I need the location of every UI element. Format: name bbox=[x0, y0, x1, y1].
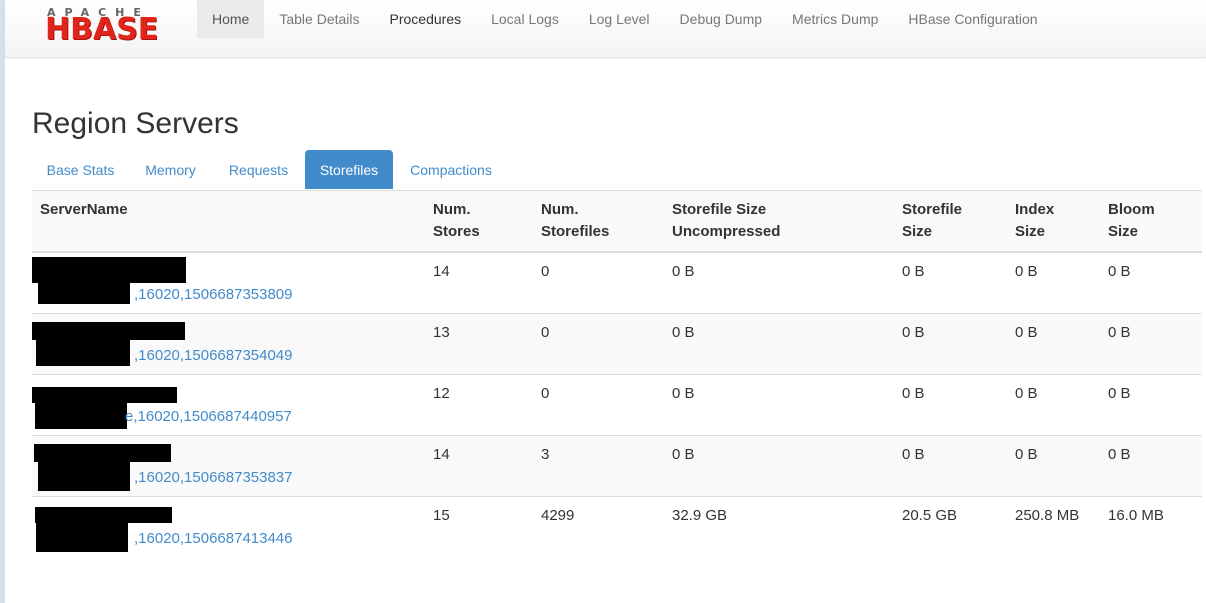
nav-table-details[interactable]: Table Details bbox=[264, 0, 374, 38]
server-link[interactable]: e,16020,1506687440957 bbox=[125, 406, 292, 428]
server-name-cell: ,16020,1506687354049 bbox=[32, 313, 425, 375]
storefile-size-cell: 20.5 GB bbox=[894, 496, 1007, 557]
storefile-size-cell: 0 B bbox=[894, 435, 1007, 497]
header-storefile-size[interactable]: Storefile Size bbox=[894, 191, 1007, 253]
index-size-cell: 250.8 MB bbox=[1007, 496, 1100, 557]
header-storefile-size-uncompressed[interactable]: Storefile Size Uncompressed bbox=[664, 191, 894, 253]
nav-debug-dump[interactable]: Debug Dump bbox=[665, 0, 778, 38]
server-link[interactable]: ,16020,1506687354049 bbox=[134, 345, 293, 367]
table-row: e,16020,1506687440957 12 0 0 B 0 B 0 B 0… bbox=[32, 374, 1202, 436]
bloom-size-cell: 0 B bbox=[1100, 374, 1202, 436]
index-size-cell: 0 B bbox=[1007, 313, 1100, 375]
nav-procedures[interactable]: Procedures bbox=[375, 0, 477, 38]
num-stores-cell: 14 bbox=[425, 435, 533, 497]
index-size-cell: 0 B bbox=[1007, 374, 1100, 436]
redaction-block bbox=[38, 460, 130, 491]
server-name-cell: ,16020,1506687413446 bbox=[32, 496, 425, 557]
main-nav: Home Table Details Procedures Local Logs… bbox=[197, 0, 1053, 38]
storefile-uncompressed-cell: 0 B bbox=[664, 313, 894, 375]
hbase-logo[interactable]: APACHE HBASE bbox=[45, 6, 185, 46]
nav-home[interactable]: Home bbox=[197, 0, 265, 38]
nav-log-level[interactable]: Log Level bbox=[574, 0, 665, 38]
server-name-cell: ,16020,1506687353809 bbox=[32, 251, 425, 314]
num-stores-cell: 12 bbox=[425, 374, 533, 436]
num-storefiles-cell: 3 bbox=[533, 435, 664, 497]
page-title: Region Servers bbox=[32, 107, 239, 140]
storefile-uncompressed-cell: 0 B bbox=[664, 374, 894, 436]
num-storefiles-cell: 0 bbox=[533, 374, 664, 436]
num-storefiles-cell: 0 bbox=[533, 313, 664, 375]
table-row: ,16020,1506687353837 14 3 0 B 0 B 0 B 0 … bbox=[32, 435, 1202, 497]
server-link[interactable]: ,16020,1506687353809 bbox=[134, 284, 293, 306]
table-header-row: ServerName Num. Stores Num. Storefiles Sto… bbox=[32, 191, 1202, 253]
num-storefiles-cell: 4299 bbox=[533, 496, 664, 557]
tab-compactions[interactable]: Compactions bbox=[393, 150, 509, 189]
region-server-tabs: Base Stats Memory Requests Storefiles Co… bbox=[32, 150, 1202, 191]
tab-storefiles[interactable]: Storefiles bbox=[305, 150, 393, 189]
top-navbar: APACHE HBASE Home Table Details Procedur… bbox=[5, 0, 1206, 58]
table-row: ,16020,1506687353809 14 0 0 B 0 B 0 B 0 … bbox=[32, 251, 1202, 314]
tab-memory[interactable]: Memory bbox=[129, 150, 212, 189]
server-link[interactable]: ,16020,1506687413446 bbox=[134, 528, 293, 550]
storefile-size-cell: 0 B bbox=[894, 251, 1007, 314]
storefile-uncompressed-cell: 0 B bbox=[664, 251, 894, 314]
storefiles-table: ServerName Num. Stores Num. Storefiles Sto… bbox=[32, 191, 1202, 557]
bloom-size-cell: 0 B bbox=[1100, 435, 1202, 497]
nav-local-logs[interactable]: Local Logs bbox=[476, 0, 574, 38]
header-num-storefiles[interactable]: Num. Storefiles bbox=[533, 191, 664, 253]
redaction-block bbox=[32, 322, 185, 340]
bloom-size-cell: 0 B bbox=[1100, 251, 1202, 314]
nav-metrics-dump[interactable]: Metrics Dump bbox=[777, 0, 893, 38]
num-stores-cell: 14 bbox=[425, 251, 533, 314]
storefile-uncompressed-cell: 0 B bbox=[664, 435, 894, 497]
storefile-uncompressed-cell: 32.9 GB bbox=[664, 496, 894, 557]
storefile-size-cell: 0 B bbox=[894, 374, 1007, 436]
num-stores-cell: 13 bbox=[425, 313, 533, 375]
redaction-block bbox=[36, 340, 130, 366]
index-size-cell: 0 B bbox=[1007, 251, 1100, 314]
table-row: ,16020,1506687354049 13 0 0 B 0 B 0 B 0 … bbox=[32, 313, 1202, 375]
header-num-stores[interactable]: Num. Stores bbox=[425, 191, 533, 253]
server-link[interactable]: ,16020,1506687353837 bbox=[134, 467, 293, 489]
redaction-block bbox=[35, 402, 127, 429]
redaction-block bbox=[36, 521, 128, 552]
num-storefiles-cell: 0 bbox=[533, 251, 664, 314]
header-server-name[interactable]: ServerName bbox=[32, 191, 425, 253]
logo-hbase-text: HBASE bbox=[45, 12, 159, 47]
tab-base-stats[interactable]: Base Stats bbox=[32, 150, 129, 189]
redaction-block bbox=[38, 280, 130, 304]
bloom-size-cell: 16.0 MB bbox=[1100, 496, 1202, 557]
tab-requests[interactable]: Requests bbox=[212, 150, 305, 189]
header-bloom-size[interactable]: Bloom Size bbox=[1100, 191, 1202, 253]
header-index-size[interactable]: Index Size bbox=[1007, 191, 1100, 253]
nav-hbase-configuration[interactable]: HBase Configuration bbox=[893, 0, 1052, 38]
server-name-cell: e,16020,1506687440957 bbox=[32, 374, 425, 436]
bloom-size-cell: 0 B bbox=[1100, 313, 1202, 375]
index-size-cell: 0 B bbox=[1007, 435, 1100, 497]
table-row: ,16020,1506687413446 15 4299 32.9 GB 20.… bbox=[32, 496, 1202, 557]
window-left-edge bbox=[0, 0, 5, 603]
server-name-cell: ,16020,1506687353837 bbox=[32, 435, 425, 497]
num-stores-cell: 15 bbox=[425, 496, 533, 557]
storefile-size-cell: 0 B bbox=[894, 313, 1007, 375]
redaction-block bbox=[32, 387, 177, 403]
